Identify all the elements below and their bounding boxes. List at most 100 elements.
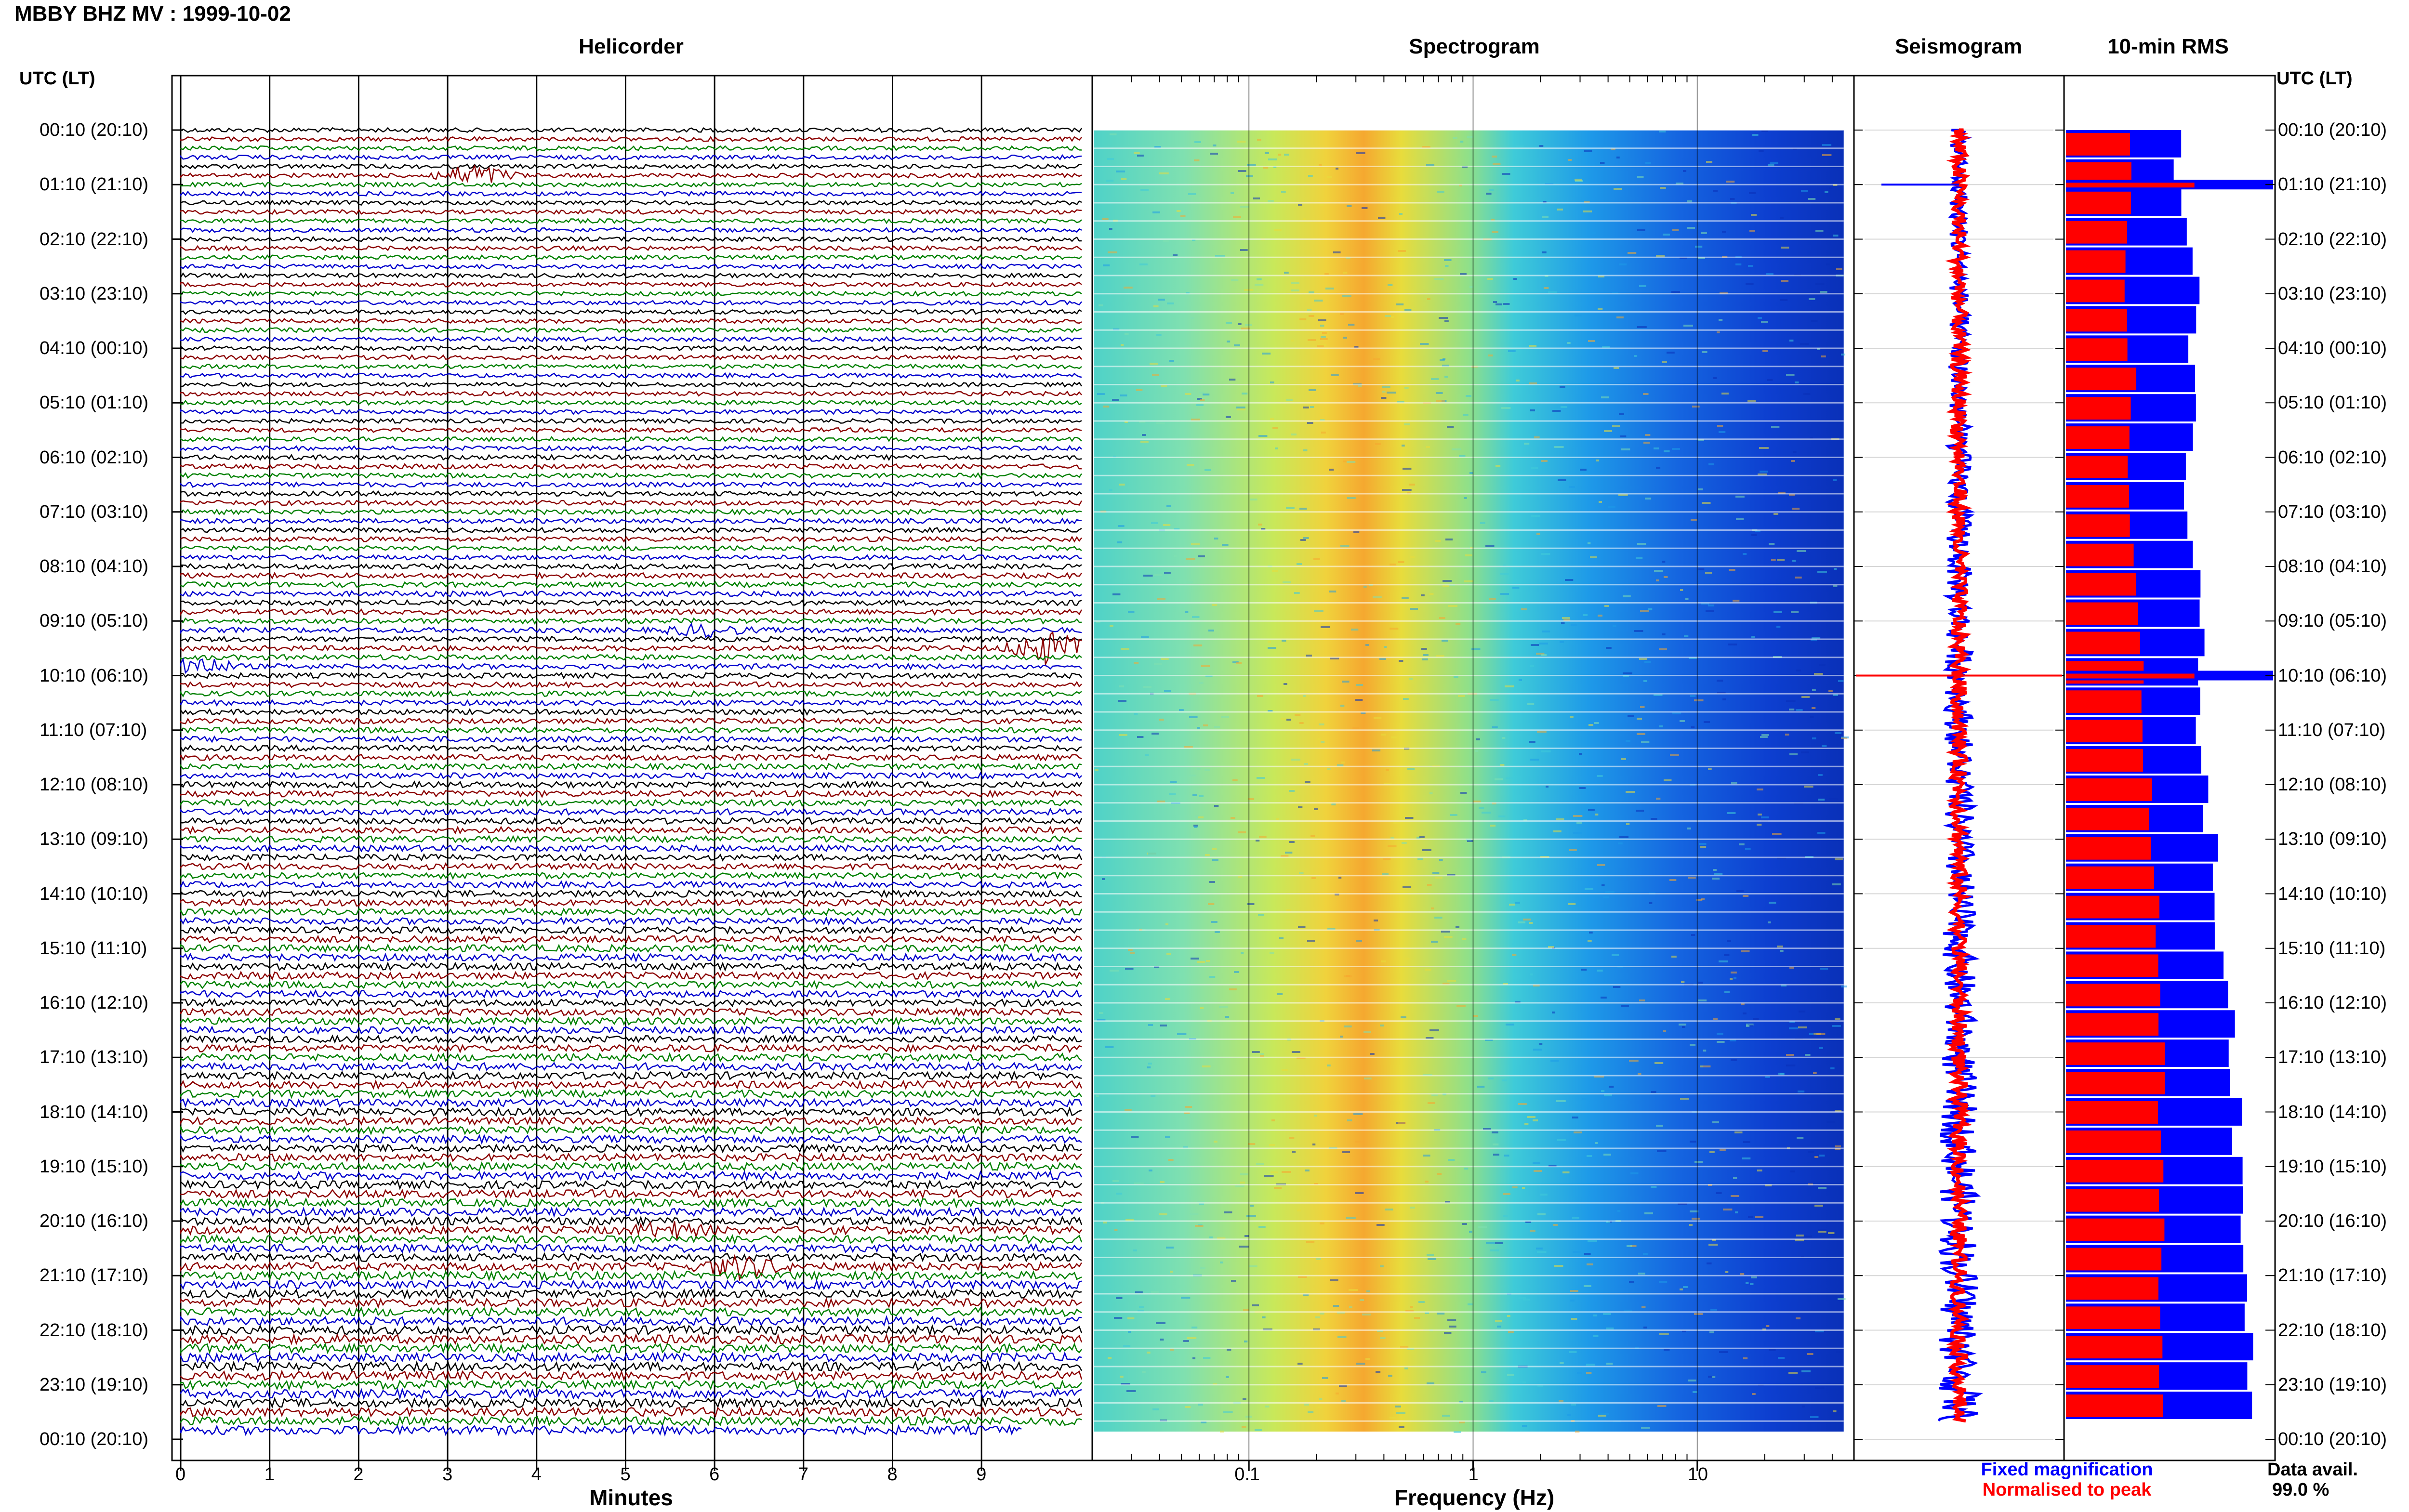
helicorder-trace (180, 354, 1082, 361)
helicorder-trace (180, 1133, 1082, 1145)
spectrogram-speckle (1629, 1060, 1639, 1062)
spectrogram-speckle (1203, 724, 1208, 726)
helicorder-trace (180, 136, 1082, 143)
spectrogram-speckle (1340, 705, 1345, 707)
spectrogram-speckle (1760, 471, 1768, 473)
spectrogram-speckle (1786, 374, 1795, 376)
helicorder-trace (180, 1206, 1082, 1218)
spectrogram-speckle (1265, 152, 1269, 154)
spectrogram-speckle (1568, 159, 1572, 161)
spectrogram-speckle (1735, 496, 1745, 498)
spectrogram-speckle (1835, 732, 1842, 734)
spectrogram-speckle (1401, 1016, 1406, 1018)
spectrogram-speckle (1621, 758, 1627, 760)
spectrogram-speckle (1419, 836, 1425, 838)
spectrogram-speckle (1733, 600, 1740, 602)
spectrogram-speckle (1792, 560, 1796, 562)
rms-normalised-bar (2066, 1042, 2165, 1065)
helicorder-trace (180, 744, 1082, 752)
spectrogram-speckle (1835, 1145, 1841, 1147)
spectrogram-speckle (1717, 1033, 1723, 1035)
rms-normalised-bar (2066, 456, 2128, 478)
spectrogram-speckle (1286, 507, 1295, 509)
spectrogram-speckle (1232, 779, 1238, 781)
spectrogram-speckle (1530, 665, 1535, 667)
spectrogram-speckle (1393, 822, 1403, 824)
spectrogram-speckle (1781, 247, 1789, 249)
spectrogram-speckle (1777, 946, 1784, 947)
spectrogram-speckle (1226, 416, 1231, 418)
helicorder-trace (180, 690, 1082, 698)
spectrogram-speckle (1623, 595, 1631, 597)
spectrogram-speckle (1833, 1410, 1837, 1412)
spectrogram-speckle (1694, 699, 1704, 701)
helicorder-trace (180, 835, 1082, 844)
spectrogram-speckle (1409, 678, 1413, 680)
spectrogram-speckle (1225, 1016, 1230, 1018)
spectrogram-speckle (1736, 518, 1744, 520)
spectrogram-speckle (1119, 484, 1125, 486)
spectrogram-speckle (1490, 825, 1496, 827)
spectrogram-speckle (1443, 580, 1452, 582)
spectrogram-speckle (1640, 610, 1649, 612)
spectrogram-speckle (1809, 1033, 1813, 1035)
spectrogram-speckle (1150, 363, 1158, 365)
spectrogram-speckle (1198, 816, 1204, 818)
spectrogram-speckle (1362, 207, 1368, 209)
spectrogram-speckle (1143, 575, 1153, 577)
spectrogram-speckle (1656, 579, 1659, 581)
spectrogram-speckle (1398, 561, 1404, 563)
helicorder-trace (180, 1061, 1082, 1072)
spectrogram-speckle (1250, 1205, 1254, 1207)
spectrogram-speckle (1593, 1315, 1598, 1316)
spectrogram-speckle (1508, 1331, 1514, 1333)
spectrogram-speckle (1790, 1170, 1795, 1172)
spectrogram-speckle (1811, 320, 1818, 322)
spectrogram-speckle (1537, 1385, 1543, 1387)
spectrogram-speckle (1719, 431, 1726, 433)
helicorder-trace (180, 590, 1082, 598)
spectrogram-speckle (1597, 970, 1603, 972)
spectrogram-speckle (1583, 614, 1588, 616)
spectrogram-speckle (1724, 991, 1730, 993)
spectrogram-speckle (1420, 343, 1429, 345)
spectrogram-speckle (1299, 508, 1307, 510)
spectrogram-speckle (1685, 598, 1689, 600)
spectrogram-speckle (1561, 406, 1567, 408)
spectrogram-speckle (1330, 1279, 1338, 1281)
spectrogram-speckle (1428, 1102, 1435, 1104)
helicorder-trace (180, 816, 1083, 826)
spectrogram-speckle (1143, 686, 1152, 688)
spectrogram-speckle (1571, 1404, 1576, 1406)
helicorder-trace (180, 1288, 1082, 1300)
spectrogram-speckle (1200, 1007, 1204, 1009)
helicorder-trace (180, 490, 1082, 498)
rms-normalised-bar (2066, 954, 2158, 977)
spectrogram-speckle (1373, 358, 1380, 360)
spectrogram-speckle (1305, 781, 1310, 783)
spectrogram-speckle (1628, 252, 1637, 254)
spectrogram-speckle (1286, 719, 1291, 721)
spectrogram-speckle (1134, 152, 1140, 154)
spectrogram-speckle (1240, 206, 1249, 208)
spectrogram-speckle (1386, 769, 1389, 771)
spectrogram-speckle (1728, 644, 1737, 645)
helicorder-trace (180, 1424, 1022, 1437)
helicorder-trace (180, 1034, 1082, 1044)
spectrogram-speckle (1185, 1106, 1192, 1108)
spectrogram-speckle (1542, 631, 1550, 632)
rms-normalised-bar (2066, 602, 2138, 625)
spectrogram-speckle (1752, 1393, 1756, 1395)
spectrogram-speckle (1209, 881, 1216, 883)
spectrogram-speckle (1601, 1413, 1609, 1415)
spectrogram-speckle (1614, 188, 1622, 190)
spectrogram-speckle (1531, 644, 1539, 646)
helicorder-trace (180, 844, 1082, 853)
helicorder-trace (180, 500, 1083, 506)
spectrogram-speckle (1357, 1361, 1363, 1363)
spectrogram-speckle (1444, 320, 1449, 322)
spectrogram-speckle (1584, 1285, 1591, 1287)
spectrogram-speckle (1606, 1328, 1614, 1329)
spectrogram-speckle (1833, 585, 1838, 587)
spectrogram-speckle (1681, 981, 1685, 983)
